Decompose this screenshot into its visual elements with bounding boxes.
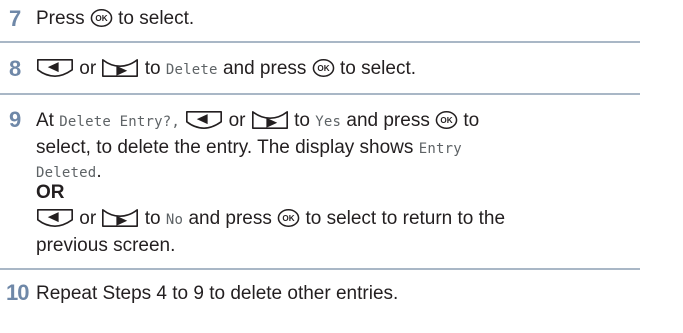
nav-right-button-icon — [101, 57, 139, 79]
ok-button-icon — [312, 58, 335, 78]
step-line: or to No and press to select to return t… — [36, 207, 505, 232]
divider — [0, 268, 640, 270]
divider — [0, 93, 640, 95]
step-number: 10 — [6, 280, 30, 305]
nav-left-button-icon — [36, 57, 74, 79]
ok-button-icon — [277, 208, 300, 228]
step-text: Repeat Steps 4 to 9 to delete other entr… — [36, 283, 399, 304]
ok-button-icon — [435, 110, 458, 130]
or-label: OR — [36, 182, 65, 203]
step-line: At Delete Entry?, or to Yes and press to — [36, 109, 480, 131]
step-text: or to Delete and press to select. — [36, 57, 416, 82]
step-line: previous screen. — [36, 235, 176, 256]
nav-right-button-icon — [251, 109, 289, 131]
nav-right-button-icon — [101, 207, 139, 229]
step-line: select, to delete the entry. The display… — [36, 137, 462, 158]
step-number: 9 — [9, 107, 22, 132]
nav-left-button-icon — [36, 207, 74, 229]
step-number: 8 — [9, 56, 22, 81]
ok-button-icon — [90, 8, 113, 28]
nav-left-button-icon — [185, 109, 223, 131]
step-text: Press to select. — [36, 8, 195, 29]
step-number: 7 — [9, 6, 22, 31]
divider — [0, 41, 640, 43]
